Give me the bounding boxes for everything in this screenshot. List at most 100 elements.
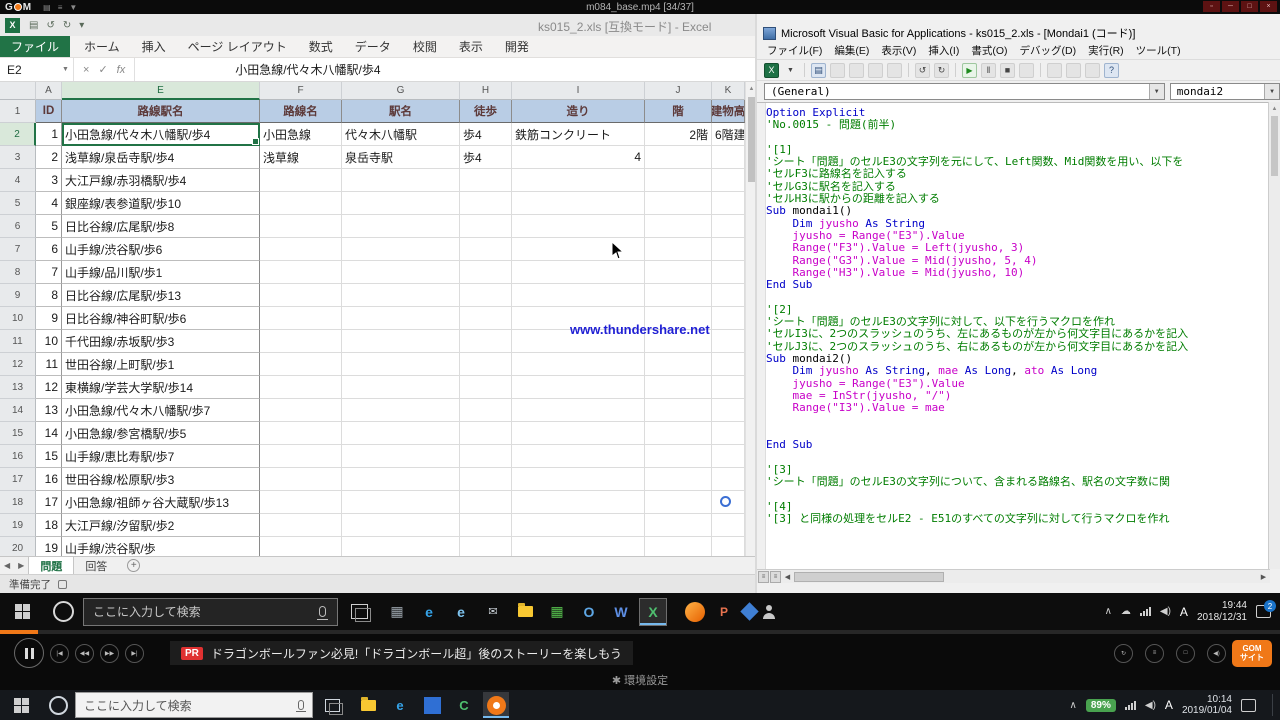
cell[interactable]: [512, 192, 645, 215]
cell[interactable]: [712, 514, 745, 537]
show-desktop-button[interactable]: [1272, 694, 1276, 716]
row-header[interactable]: 19: [0, 514, 36, 537]
tab-insert[interactable]: 挿入: [131, 36, 177, 57]
qat-customize-icon[interactable]: ▾: [79, 20, 84, 31]
cell[interactable]: 6階建て: [712, 123, 745, 146]
cell[interactable]: [712, 284, 745, 307]
cell[interactable]: [342, 514, 460, 537]
cell[interactable]: [712, 445, 745, 468]
taskbar-clock[interactable]: 10:14 2019/01/04: [1182, 694, 1232, 717]
cell[interactable]: 山手線/品川駅/歩1: [62, 261, 260, 284]
header-cell[interactable]: 徒歩: [460, 100, 512, 123]
cell[interactable]: [460, 238, 512, 261]
cell[interactable]: 7: [36, 261, 62, 284]
scrollbar-thumb[interactable]: [748, 97, 755, 182]
chevron-down-icon[interactable]: ▼: [783, 63, 798, 78]
save-icon[interactable]: ▤: [811, 63, 826, 78]
break-icon[interactable]: ‖: [981, 63, 996, 78]
cell[interactable]: [645, 353, 712, 376]
gom-site-button[interactable]: GOM サイト: [1232, 640, 1272, 667]
minimize-button[interactable]: ─: [1222, 1, 1239, 12]
cell[interactable]: [645, 514, 712, 537]
cell[interactable]: [512, 376, 645, 399]
undo-icon[interactable]: ↺: [915, 63, 930, 78]
cell[interactable]: 浅草線/泉岳寺駅/歩4: [62, 146, 260, 169]
tab-developer[interactable]: 開発: [494, 36, 540, 57]
header-cell[interactable]: 階: [645, 100, 712, 123]
cell[interactable]: 18: [36, 514, 62, 537]
tab-file[interactable]: ファイル: [0, 36, 70, 57]
cell[interactable]: [342, 307, 460, 330]
cell[interactable]: [645, 284, 712, 307]
column-header-J[interactable]: J: [645, 82, 712, 100]
action-center-icon[interactable]: 2: [1256, 605, 1271, 618]
row-header[interactable]: 5: [0, 192, 36, 215]
mail-icon[interactable]: ✉: [479, 598, 507, 626]
cell[interactable]: [712, 307, 745, 330]
start-button[interactable]: [0, 690, 42, 720]
cell[interactable]: [260, 353, 342, 376]
cell[interactable]: 13: [36, 399, 62, 422]
macro-record-icon[interactable]: [58, 580, 67, 589]
cell[interactable]: [342, 491, 460, 514]
task-view-icon[interactable]: [351, 604, 368, 619]
cell[interactable]: 17: [36, 491, 62, 514]
cell[interactable]: [260, 192, 342, 215]
row-header[interactable]: 14: [0, 399, 36, 422]
cell[interactable]: [645, 399, 712, 422]
cell[interactable]: [260, 445, 342, 468]
pause-button[interactable]: [14, 638, 44, 668]
cell[interactable]: 小田急線/祖師ヶ谷大蔵駅/歩13: [62, 491, 260, 514]
row-header[interactable]: 15: [0, 422, 36, 445]
cell[interactable]: [512, 238, 645, 261]
playlist-icon[interactable]: ≡: [1145, 644, 1164, 663]
app-grid-icon[interactable]: ▦: [383, 598, 411, 626]
cell[interactable]: [460, 491, 512, 514]
onedrive-icon[interactable]: ☁: [1121, 606, 1131, 617]
settings-button[interactable]: ✱ 環境設定: [0, 672, 1280, 688]
cell[interactable]: [712, 468, 745, 491]
chevron-down-icon[interactable]: ▼: [1264, 84, 1279, 99]
cell[interactable]: [342, 445, 460, 468]
cell[interactable]: 鉄筋コンクリート: [512, 123, 645, 146]
scrollbar-thumb[interactable]: [794, 572, 944, 582]
design-mode-icon[interactable]: [1019, 63, 1034, 78]
cell[interactable]: 山手線/恵比寿駅/歩7: [62, 445, 260, 468]
cell[interactable]: [512, 261, 645, 284]
name-box-dropdown-icon[interactable]: ▼: [58, 58, 74, 81]
cell[interactable]: [342, 537, 460, 556]
sheet-tab-kaitou[interactable]: 回答: [74, 557, 118, 574]
cell[interactable]: [512, 284, 645, 307]
cell[interactable]: 世田谷線/松原駅/歩3: [62, 468, 260, 491]
cell[interactable]: [712, 537, 745, 556]
menu-insert[interactable]: 挿入(I): [922, 43, 965, 58]
cell[interactable]: [342, 422, 460, 445]
cell[interactable]: 19: [36, 537, 62, 556]
cell[interactable]: 浅草線: [260, 146, 342, 169]
cell[interactable]: [460, 215, 512, 238]
cell[interactable]: [512, 353, 645, 376]
run-icon[interactable]: ▶: [962, 63, 977, 78]
row-header[interactable]: 8: [0, 261, 36, 284]
cell[interactable]: [645, 468, 712, 491]
cell[interactable]: [260, 491, 342, 514]
formula-input[interactable]: 小田急線/代々木八幡駅/歩4: [135, 61, 380, 78]
cell[interactable]: 銀座線/表参道駅/歩10: [62, 192, 260, 215]
cell[interactable]: [460, 376, 512, 399]
tab-view[interactable]: 表示: [448, 36, 494, 57]
cell[interactable]: 歩4: [460, 146, 512, 169]
filter-icon[interactable]: ▼: [69, 3, 77, 12]
cut-icon[interactable]: [830, 63, 845, 78]
cell[interactable]: 日比谷線/広尾駅/歩8: [62, 215, 260, 238]
find-icon[interactable]: [887, 63, 902, 78]
cell[interactable]: 1: [36, 123, 62, 146]
cell[interactable]: [712, 169, 745, 192]
cell[interactable]: [260, 238, 342, 261]
blue-app-icon[interactable]: [419, 692, 445, 718]
name-box[interactable]: E2: [0, 58, 58, 81]
cell[interactable]: [342, 238, 460, 261]
action-center-icon[interactable]: [1241, 699, 1256, 712]
cell[interactable]: [260, 169, 342, 192]
people-icon[interactable]: [762, 605, 776, 619]
cell[interactable]: [460, 192, 512, 215]
